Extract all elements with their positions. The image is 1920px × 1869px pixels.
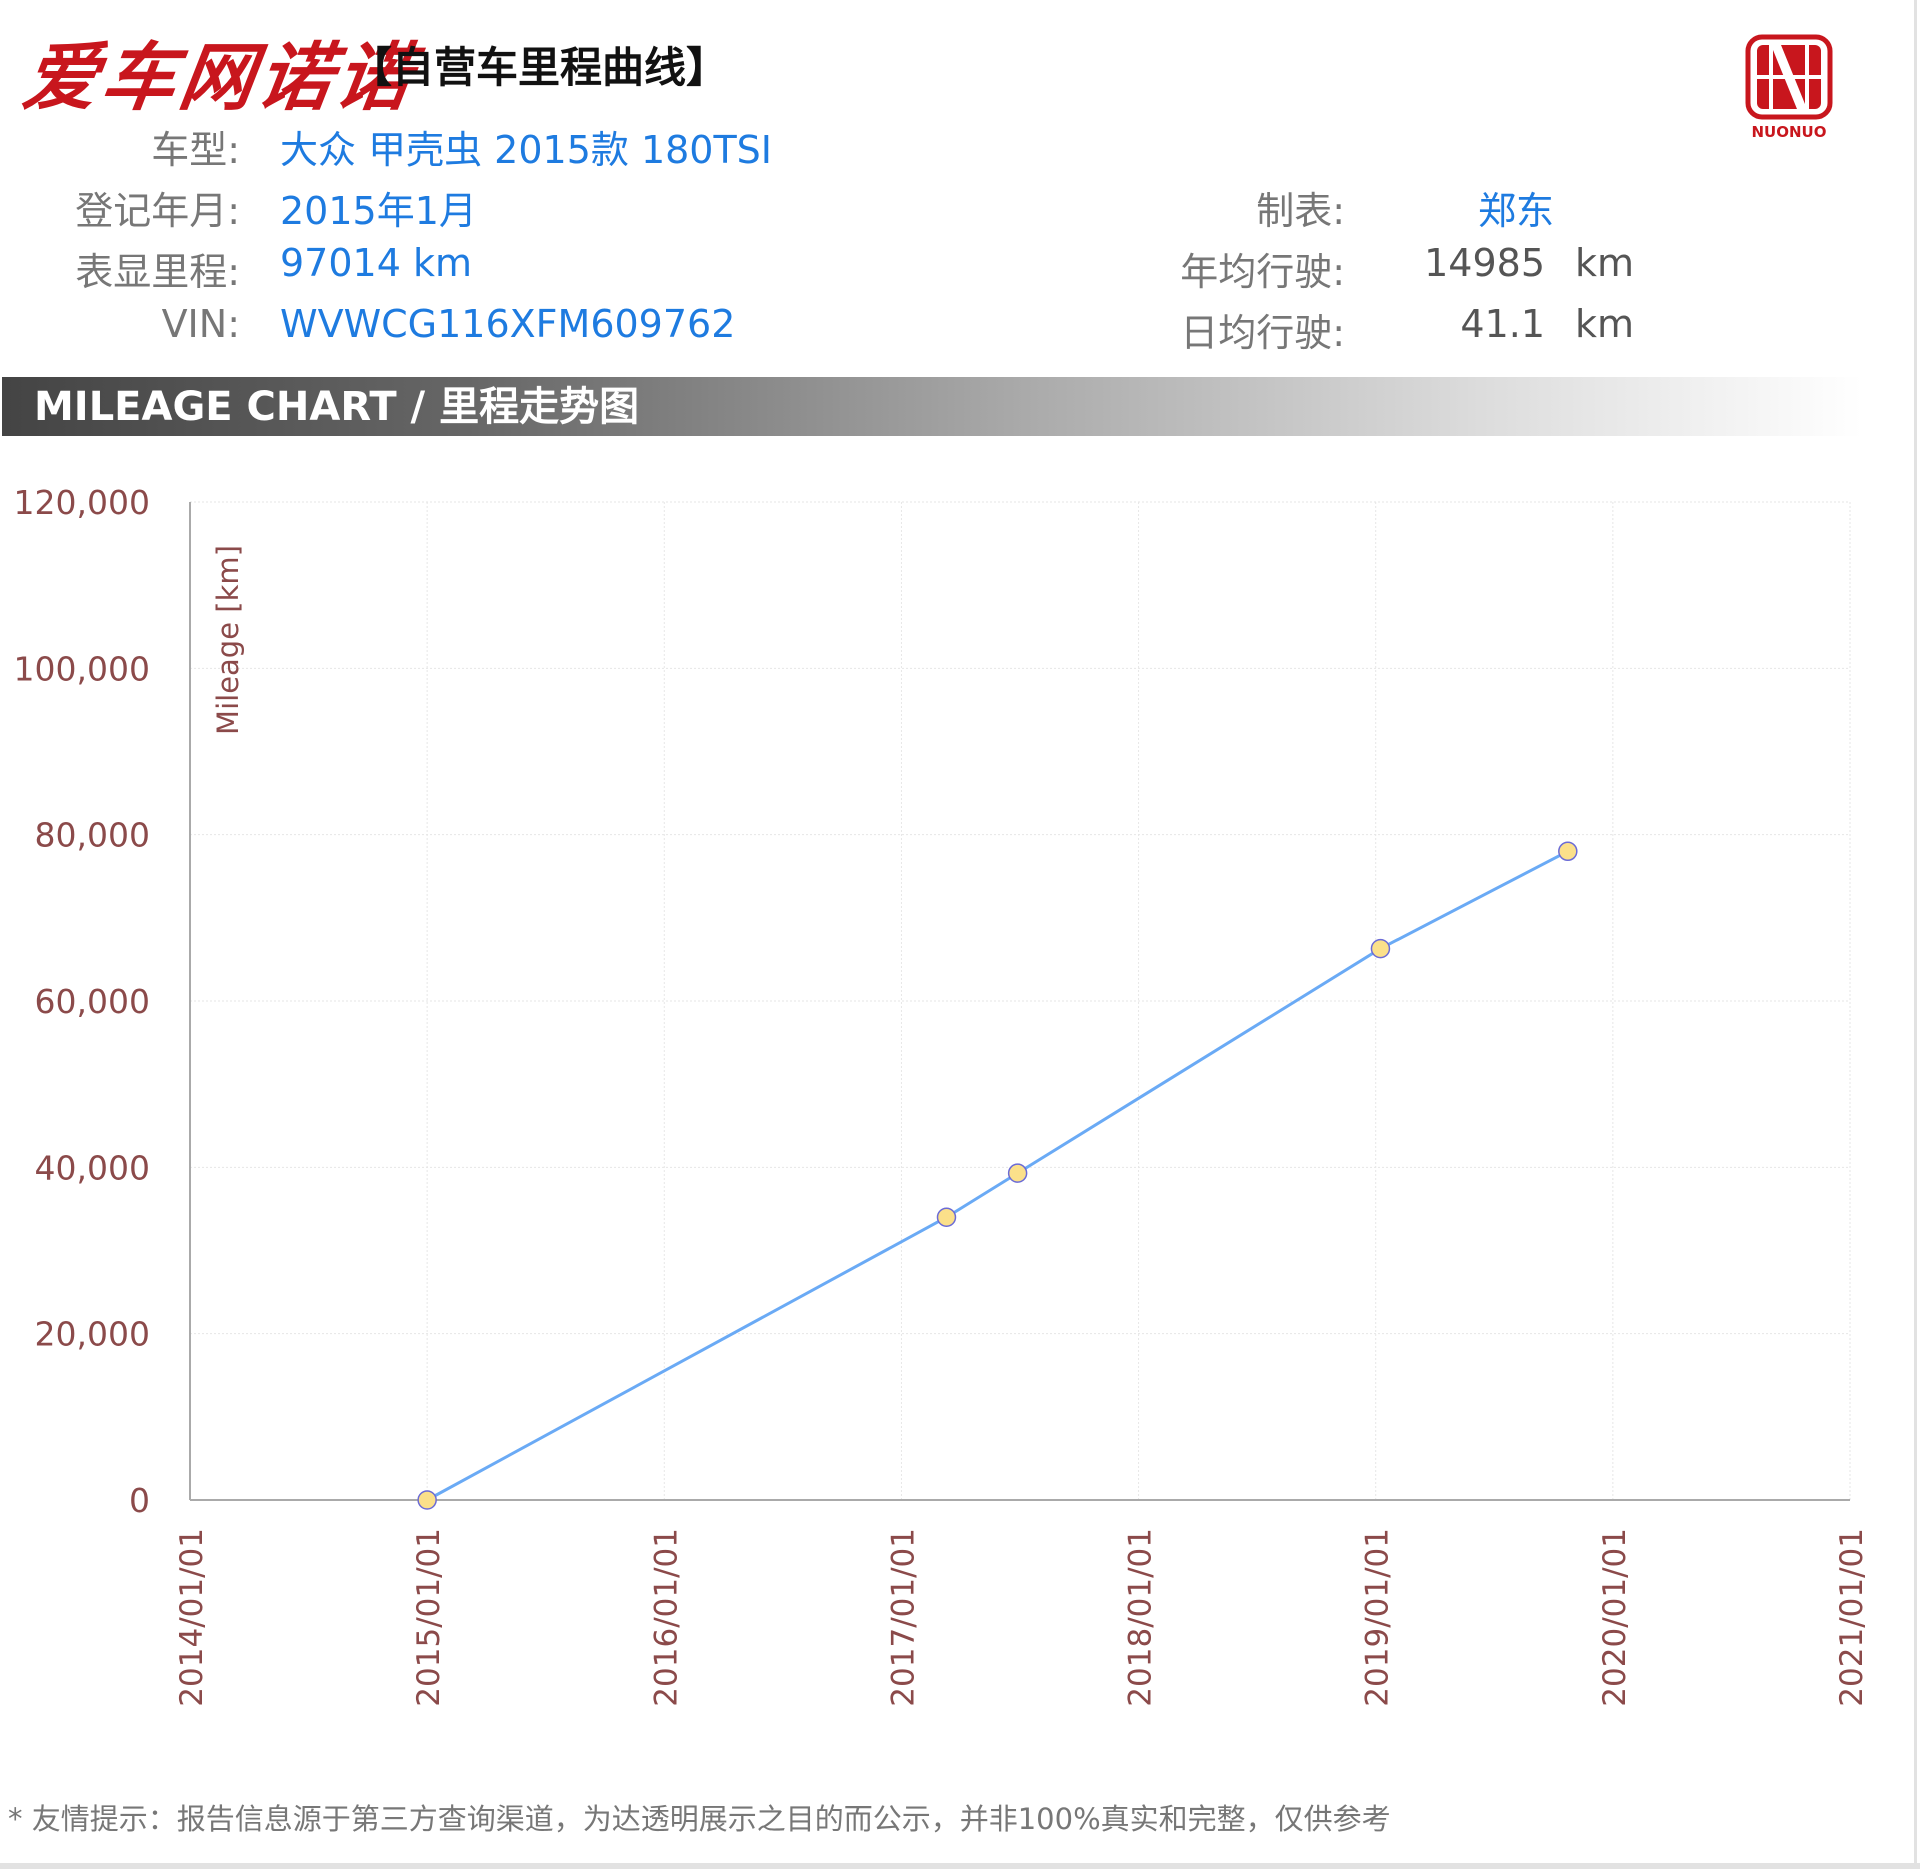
nuonuo-logo: NUONUO	[1745, 34, 1833, 141]
odometer-value: 97014 km	[280, 241, 472, 285]
data-point	[1371, 940, 1389, 958]
y-tick-label: 40,000	[35, 1148, 150, 1187]
data-point	[1559, 842, 1577, 860]
x-tick-label: 2015/01/01	[411, 1528, 447, 1707]
yearly-avg-label: 年均行驶:	[1180, 241, 1345, 296]
series-line	[427, 851, 1568, 1500]
x-tick-label: 2014/01/01	[174, 1528, 210, 1707]
author-value: 郑东	[1478, 180, 1554, 235]
daily-avg-label: 日均行驶:	[1180, 302, 1345, 357]
yearly-avg-value: 14985	[1424, 241, 1545, 285]
odometer-label: 表显里程:	[75, 241, 240, 296]
y-tick-label: 20,000	[35, 1315, 150, 1354]
data-point	[1009, 1164, 1027, 1182]
car-model-value: 大众 甲壳虫 2015款 180TSI	[280, 119, 772, 174]
x-tick-label: 2019/01/01	[1360, 1528, 1396, 1707]
vin-value: WVWCG116XFM609762	[280, 302, 735, 346]
data-point	[937, 1208, 955, 1226]
x-tick-label: 2017/01/01	[885, 1528, 921, 1707]
y-tick-label: 0	[129, 1481, 150, 1520]
vin-label: VIN:	[162, 302, 240, 346]
yearly-avg-unit: km	[1575, 241, 1634, 285]
mileage-chart: 0 20,000 40,000 60,000 80,000 100,000 120,000 2…	[0, 460, 1920, 1720]
daily-avg-unit: km	[1575, 302, 1634, 346]
x-tick-label: 2021/01/01	[1834, 1528, 1870, 1707]
y-tick-label: 120,000	[14, 483, 150, 522]
data-point	[418, 1491, 436, 1509]
page-title: 【自营车里程曲线】	[350, 34, 728, 95]
reg-date-value: 2015年1月	[280, 180, 477, 235]
y-axis-label: Mileage [km]	[211, 545, 245, 735]
reg-date-label: 登记年月:	[75, 180, 240, 235]
author-label: 制表:	[1256, 180, 1345, 235]
logo-text: NUONUO	[1752, 123, 1827, 141]
x-tick-label: 2016/01/01	[648, 1528, 684, 1707]
x-tick-label: 2018/01/01	[1123, 1528, 1159, 1707]
y-tick-label: 60,000	[35, 982, 150, 1021]
bottom-border	[0, 1863, 1920, 1869]
y-tick-label: 100,000	[14, 649, 150, 688]
y-tick-label: 80,000	[35, 816, 150, 855]
section-title: MILEAGE CHART / 里程走势图	[34, 379, 639, 435]
x-tick-label: 2020/01/01	[1597, 1528, 1633, 1707]
daily-avg-value: 41.1	[1460, 302, 1545, 346]
right-border	[1914, 0, 1917, 1869]
car-model-label: 车型:	[151, 119, 240, 174]
disclaimer-note: * 友情提示：报告信息源于第三方查询渠道，为达透明展示之目的而公示，并非100%…	[8, 1796, 1391, 1838]
